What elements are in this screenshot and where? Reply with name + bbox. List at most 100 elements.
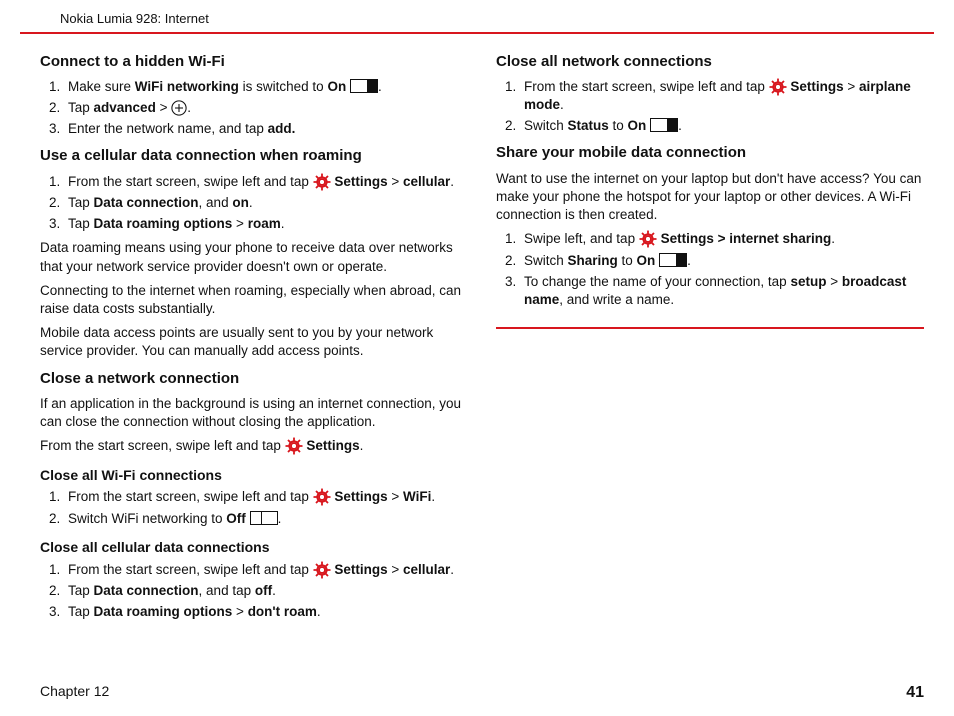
bold-text: add. bbox=[268, 121, 296, 136]
bold-text: WiFi networking bbox=[135, 79, 239, 94]
bold-text: don't roam bbox=[248, 604, 317, 619]
text: Tap bbox=[68, 583, 94, 598]
heading-share-connection: Share your mobile data connection bbox=[496, 143, 924, 163]
text: From the start screen, swipe left and ta… bbox=[524, 79, 769, 94]
bold-text: Settings bbox=[331, 562, 388, 577]
text: . bbox=[272, 583, 276, 598]
bold-text: Settings > internet sharing bbox=[657, 231, 831, 246]
page-header: Nokia Lumia 928: Internet bbox=[20, 0, 934, 34]
settings-gear-icon bbox=[313, 488, 331, 506]
settings-gear-icon bbox=[639, 230, 657, 248]
heading-close-wifi: Close all Wi‑Fi connections bbox=[40, 466, 468, 485]
paragraph: From the start screen, swipe left and ta… bbox=[40, 437, 468, 455]
text: > bbox=[232, 604, 247, 619]
text: > bbox=[826, 274, 841, 289]
list-item: To change the name of your connection, t… bbox=[520, 273, 924, 309]
text: is switched to bbox=[239, 79, 328, 94]
text: Tap bbox=[68, 604, 94, 619]
list-item: Tap Data roaming options > roam. bbox=[64, 215, 468, 233]
text: Switch bbox=[524, 253, 568, 268]
list-item: Switch WiFi networking to Off . bbox=[64, 510, 468, 528]
text: Tap bbox=[68, 100, 94, 115]
bold-text: roam bbox=[248, 216, 281, 231]
text: From the start screen, swipe left and ta… bbox=[68, 562, 313, 577]
steps-roaming: From the start screen, swipe left and ta… bbox=[40, 173, 468, 234]
list-item: Switch Sharing to On . bbox=[520, 252, 924, 270]
list-item: From the start screen, swipe left and ta… bbox=[64, 561, 468, 579]
page-columns: Connect to a hidden Wi‑Fi Make sure WiFi… bbox=[0, 44, 954, 628]
text: Switch bbox=[524, 118, 568, 133]
text: . bbox=[249, 195, 253, 210]
bold-text: setup bbox=[790, 274, 826, 289]
section-divider bbox=[496, 327, 924, 329]
page-number: 41 bbox=[906, 682, 924, 704]
steps-connect-hidden-wifi: Make sure WiFi networking is switched to… bbox=[40, 78, 468, 139]
text: . bbox=[281, 216, 285, 231]
bold-text: Data roaming options bbox=[94, 216, 233, 231]
text: . bbox=[831, 231, 835, 246]
heading-close-network: Close a network connection bbox=[40, 369, 468, 389]
text: , and write a name. bbox=[559, 292, 674, 307]
list-item: Tap advanced > . bbox=[64, 99, 468, 117]
heading-close-cellular: Close all cellular data connections bbox=[40, 538, 468, 557]
bold-text: advanced bbox=[94, 100, 156, 115]
settings-gear-icon bbox=[285, 437, 303, 455]
bold-text: off bbox=[255, 583, 272, 598]
text: to bbox=[609, 118, 628, 133]
text: Tap bbox=[68, 195, 94, 210]
bold-text: on bbox=[232, 195, 249, 210]
text: to bbox=[618, 253, 637, 268]
text: . bbox=[560, 97, 564, 112]
text: To change the name of your connection, t… bbox=[524, 274, 790, 289]
text: > bbox=[156, 100, 171, 115]
page-footer: Chapter 12 41 bbox=[0, 682, 954, 704]
paragraph: If an application in the background is u… bbox=[40, 395, 468, 431]
bold-text: Settings bbox=[331, 174, 388, 189]
list-item: From the start screen, swipe left and ta… bbox=[64, 488, 468, 506]
right-column: Close all network connections From the s… bbox=[496, 44, 924, 628]
bold-text: Settings bbox=[331, 489, 388, 504]
paragraph: Mobile data access points are usually se… bbox=[40, 324, 468, 360]
steps-close-all-networks: From the start screen, swipe left and ta… bbox=[496, 78, 924, 136]
heading-connect-hidden-wifi: Connect to a hidden Wi‑Fi bbox=[40, 52, 468, 72]
chapter-label: Chapter 12 bbox=[40, 683, 109, 699]
text: From the start screen, swipe left and ta… bbox=[68, 489, 313, 504]
settings-gear-icon bbox=[769, 78, 787, 96]
bold-text: cellular bbox=[403, 174, 450, 189]
text: From the start screen, swipe left and ta… bbox=[40, 438, 285, 453]
list-item: Tap Data roaming options > don't roam. bbox=[64, 603, 468, 621]
toggle-on-icon bbox=[350, 79, 378, 93]
steps-share-connection: Swipe left, and tap Settings > internet … bbox=[496, 230, 924, 309]
list-item: Tap Data connection, and tap off. bbox=[64, 582, 468, 600]
heading-roaming: Use a cellular data connection when roam… bbox=[40, 146, 468, 166]
text: . bbox=[450, 174, 454, 189]
bold-text: On bbox=[327, 79, 346, 94]
text: . bbox=[431, 489, 435, 504]
list-item: Tap Data connection, and on. bbox=[64, 194, 468, 212]
list-item: Switch Status to On . bbox=[520, 117, 924, 135]
bold-text: Settings bbox=[303, 438, 360, 453]
bold-text: Off bbox=[226, 511, 246, 526]
paragraph: Data roaming means using your phone to r… bbox=[40, 239, 468, 275]
bold-text: Sharing bbox=[568, 253, 618, 268]
bold-text: Data connection bbox=[94, 195, 199, 210]
paragraph: Want to use the internet on your laptop … bbox=[496, 170, 924, 225]
bold-text: cellular bbox=[403, 562, 450, 577]
bold-text: WiFi bbox=[403, 489, 431, 504]
list-item: From the start screen, swipe left and ta… bbox=[64, 173, 468, 191]
text: , and tap bbox=[199, 583, 255, 598]
bold-text: On bbox=[637, 253, 656, 268]
bold-text: Status bbox=[568, 118, 609, 133]
text: > bbox=[232, 216, 247, 231]
text: > bbox=[388, 489, 403, 504]
left-column: Connect to a hidden Wi‑Fi Make sure WiFi… bbox=[40, 44, 468, 628]
text: Swipe left, and tap bbox=[524, 231, 639, 246]
text: Tap bbox=[68, 216, 94, 231]
text: . bbox=[450, 562, 454, 577]
toggle-on-icon bbox=[650, 118, 678, 132]
steps-close-wifi: From the start screen, swipe left and ta… bbox=[40, 488, 468, 527]
list-item: Swipe left, and tap Settings > internet … bbox=[520, 230, 924, 248]
plus-circle-icon bbox=[171, 100, 187, 116]
text: , and bbox=[199, 195, 233, 210]
text: . bbox=[360, 438, 364, 453]
